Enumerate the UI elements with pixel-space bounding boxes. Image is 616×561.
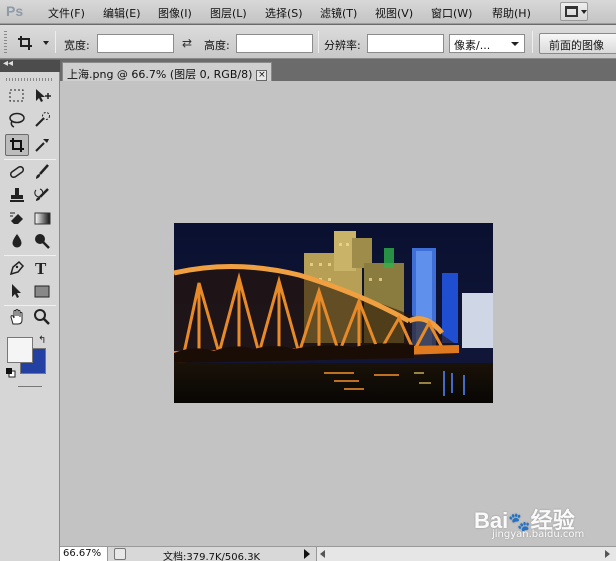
swap-dimensions-icon[interactable]: ⇄ [182,36,192,50]
zoom-level-field[interactable]: 66.67% [60,547,108,561]
close-icon[interactable]: × [256,70,268,81]
scroll-left-icon[interactable] [320,550,325,558]
status-menu-arrow-icon[interactable] [304,549,310,559]
menu-bar: Ps 文件(F) 编辑(E) 图像(I) 图层(L) 选择(S) 滤镜(T) 视… [0,0,616,24]
history-brush-icon [34,188,49,201]
brush-tool[interactable] [31,162,53,182]
band-aid-icon [9,165,25,179]
menu-file[interactable]: 文件(F) [48,5,85,21]
lasso-icon [9,112,25,128]
foreground-color-swatch[interactable] [7,337,33,363]
menu-filter[interactable]: 滤镜(T) [320,5,357,21]
path-selection-tool[interactable] [6,281,28,301]
path-select-arrow-icon [12,284,21,298]
history-brush-tool[interactable] [31,185,53,205]
brush-icon [36,164,49,179]
hand-icon [10,309,23,325]
status-bar: 66.67% 文档:379.7K/506.3K [60,546,616,561]
eyedropper-icon [35,139,49,152]
document-tab[interactable]: 上海.png @ 66.7% (图层 0, RGB/8) × [62,62,273,81]
resolution-unit-select[interactable]: 像素/... [449,34,525,53]
width-field[interactable] [97,34,174,53]
quick-selection-icon [35,112,50,127]
screen-mode-icon [565,6,578,17]
eraser-icon [10,212,23,224]
menu-help[interactable]: 帮助(H) [492,5,531,21]
move-icon [36,89,51,102]
eraser-tool[interactable] [6,208,28,228]
tool-preset-picker[interactable] [16,33,50,53]
stamp-icon [10,188,24,202]
hand-tool[interactable] [6,307,28,327]
resolution-label: 分辨率: [324,39,361,52]
blur-tool[interactable] [6,231,28,251]
rectangle-shape-icon [34,285,50,298]
tools-panel-header[interactable]: ◂◂ [0,58,60,72]
gradient-icon [34,212,51,225]
pen-tool[interactable] [6,258,28,278]
bridge-night-photo [174,223,493,403]
options-bar: 宽度: ⇄ 高度: 分辨率: 像素/... 前面的图像 [0,25,616,59]
document-tab-title: 上海.png @ 66.7% (图层 0, RGB/8) [67,68,253,81]
blur-drop-icon [12,234,22,248]
healing-brush-tool[interactable] [6,162,28,182]
menu-view[interactable]: 视图(V) [375,5,413,21]
crop-icon [18,36,49,50]
menu-window[interactable]: 窗口(W) [431,5,472,21]
magnifier-icon [34,309,50,325]
horizontal-scrollbar[interactable] [316,547,616,561]
gradient-tool[interactable] [31,208,53,228]
watermark-url: jingyan.baidu.com [492,529,585,540]
menu-select[interactable]: 选择(S) [265,5,303,21]
shape-tool[interactable] [31,281,53,301]
menu-edit[interactable]: 编辑(E) [103,5,141,21]
height-field[interactable] [236,34,313,53]
quick-selection-tool[interactable] [31,110,53,130]
height-label: 高度: [204,39,230,52]
crop-tool[interactable] [5,134,29,156]
clone-stamp-tool[interactable] [6,185,28,205]
marquee-icon [9,89,24,102]
tools-panel: T ↰ [0,72,60,561]
document-image[interactable] [174,223,493,403]
default-colors-icon[interactable] [6,368,16,378]
crop-icon [10,138,24,152]
front-image-button[interactable]: 前面的图像 [539,33,616,54]
type-tool[interactable]: T [31,258,53,278]
dodge-tool[interactable] [31,231,53,251]
menu-image[interactable]: 图像(I) [158,5,192,21]
photoshop-logo: Ps [6,3,24,19]
quick-mask-toggle[interactable] [18,386,42,387]
width-label: 宽度: [64,39,90,52]
front-image-label: 前面的图像 [549,39,604,52]
options-grip[interactable] [4,31,7,53]
resolution-field[interactable] [367,34,444,53]
zoom-tool[interactable] [31,307,53,327]
document-tab-bar: 上海.png @ 66.7% (图层 0, RGB/8) × [60,60,616,81]
swap-colors-icon[interactable]: ↰ [38,335,46,346]
eyedropper-tool[interactable] [31,134,53,154]
svg-text:T: T [35,259,47,277]
chevron-down-icon [511,42,519,46]
document-size-info: 文档:379.7K/506.3K [163,552,261,561]
screen-mode-button[interactable] [560,2,588,21]
status-info-icon[interactable] [114,548,126,560]
chevron-down-icon [581,10,587,14]
resolution-unit-value: 像素/... [454,39,491,52]
collapse-icon[interactable]: ◂◂ [3,58,13,69]
move-tool[interactable] [31,86,53,106]
scroll-right-icon[interactable] [605,550,610,558]
lasso-tool[interactable] [6,110,28,130]
type-icon: T [35,259,47,277]
zoom-level-value: 66.67% [63,548,102,559]
marquee-tool[interactable] [6,86,28,106]
pen-icon [9,260,25,276]
menu-layer[interactable]: 图层(L) [210,5,247,21]
dodge-icon [35,234,50,249]
